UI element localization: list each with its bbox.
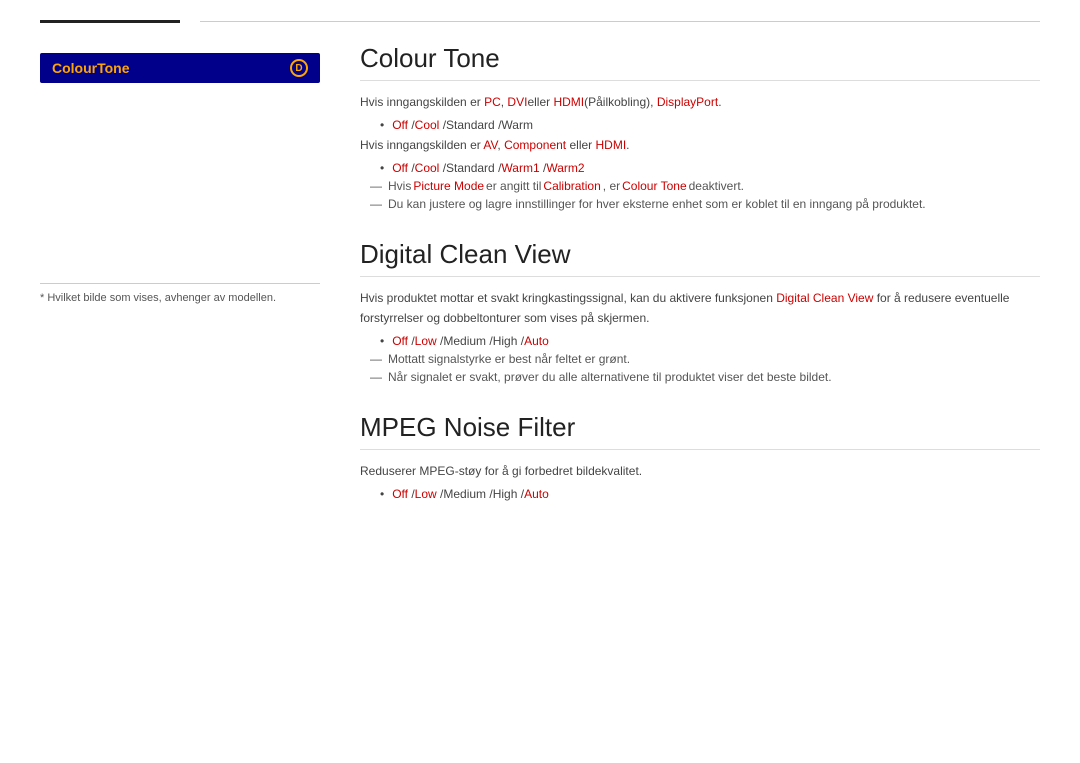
section-digital-clean-view: Digital Clean View Hvis produktet mottar… (360, 239, 1040, 383)
section-title-colour-tone: Colour Tone (360, 43, 1040, 81)
section-colour-tone: Colour Tone Hvis inngangskilden er PC, D… (360, 43, 1040, 211)
colour-tone-ui-icon: D (290, 59, 308, 77)
digital-clean-view-bullet1: Off /Low /Medium /High /Auto (380, 334, 1040, 348)
colour-tone-ui: ColourTone D (40, 53, 320, 83)
top-bar-line-right (200, 21, 1040, 22)
mpeg-noise-filter-para1: Reduserer MPEG-støy for å gi forbedret b… (360, 462, 1040, 481)
colour-tone-bullet1: Off /Cool /Standard /Warm (380, 118, 1040, 132)
right-panel: Colour Tone Hvis inngangskilden er PC, D… (360, 43, 1040, 529)
colour-tone-bullet2: Off /Cool /Standard /Warm1 /Warm2 (380, 161, 1040, 175)
mpeg-noise-filter-bullet1: Off /Low /Medium /High /Auto (380, 487, 1040, 501)
colour-tone-ui-label: ColourTone (52, 60, 130, 76)
left-panel: ColourTone D * Hvilket bilde som vises, … (40, 43, 320, 529)
section-title-mpeg-noise-filter: MPEG Noise Filter (360, 412, 1040, 450)
colour-tone-para2: Hvis inngangskilden er AV, Component ell… (360, 136, 1040, 155)
section-mpeg-noise-filter: MPEG Noise Filter Reduserer MPEG-støy fo… (360, 412, 1040, 501)
colour-tone-note2: Du kan justere og lagre innstillinger fo… (370, 197, 1040, 211)
digital-clean-view-para1: Hvis produktet mottar et svakt kringkast… (360, 289, 1040, 327)
colour-tone-para1: Hvis inngangskilden er PC, DVIeller HDMI… (360, 93, 1040, 112)
colour-tone-note1: Hvis Picture Mode er angitt til Calibrat… (370, 179, 1040, 193)
footnote: * Hvilket bilde som vises, avhenger av m… (40, 283, 320, 304)
digital-clean-view-note1: Mottatt signalstyrke er best når feltet … (370, 352, 1040, 366)
digital-clean-view-note2: Når signalet er svakt, prøver du alle al… (370, 370, 1040, 384)
section-title-digital-clean-view: Digital Clean View (360, 239, 1040, 277)
top-bar-line-left (40, 20, 180, 23)
top-bar (0, 0, 1080, 33)
